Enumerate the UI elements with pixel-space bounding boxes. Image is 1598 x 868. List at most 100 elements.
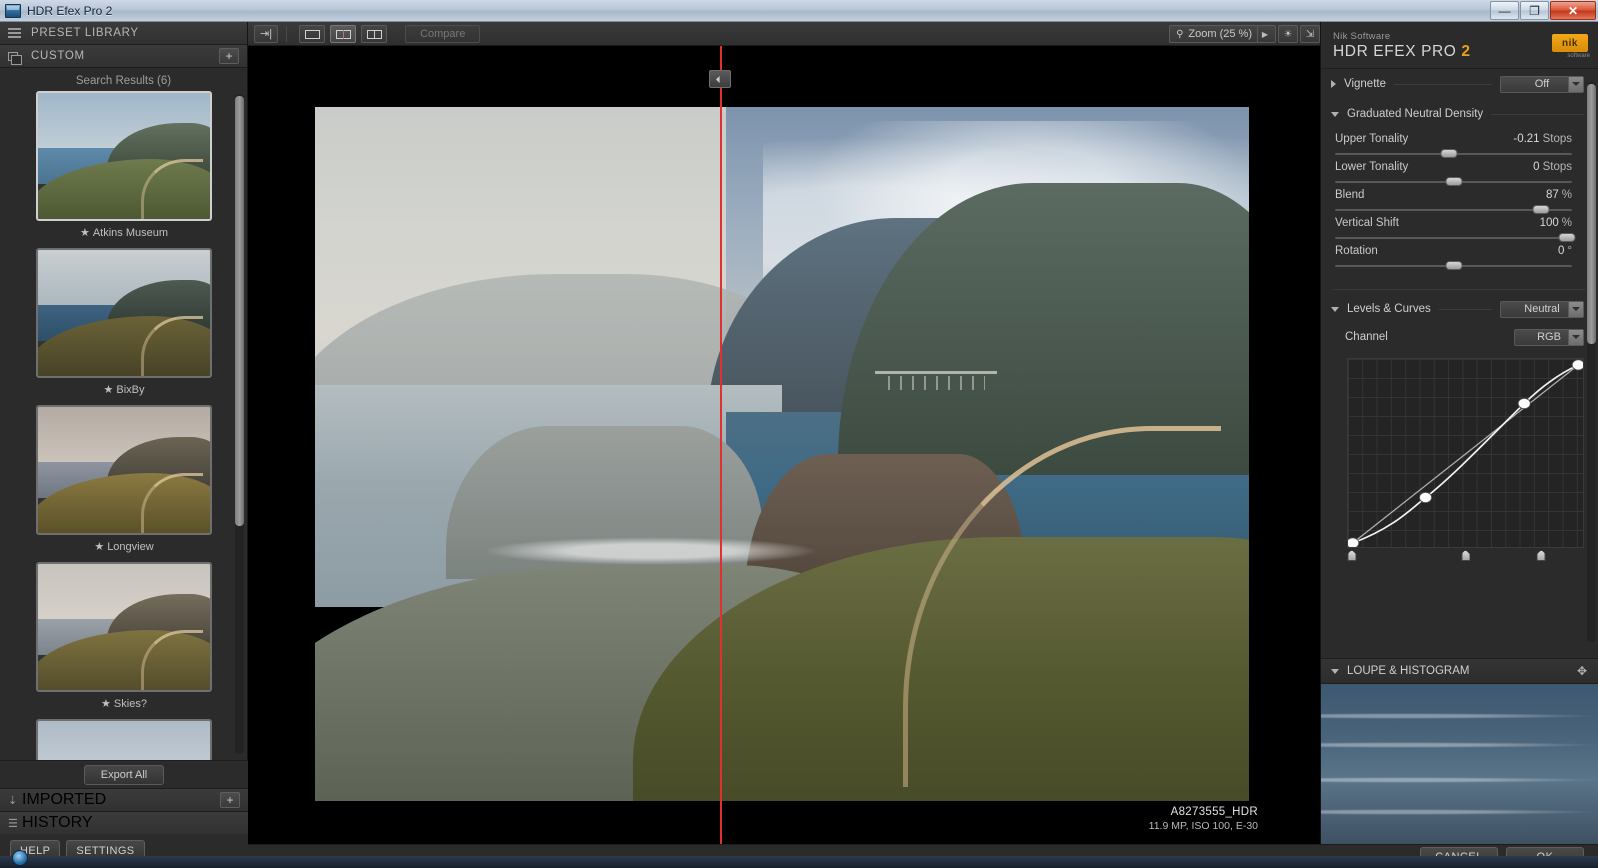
- panel-collapse-button[interactable]: ⇥|: [254, 25, 278, 43]
- scrollbar-thumb[interactable]: [1587, 84, 1596, 344]
- list-item[interactable]: ★BixBy: [8, 248, 240, 396]
- view-single-button[interactable]: [299, 25, 325, 43]
- view-split-button[interactable]: [330, 25, 356, 43]
- minimize-button[interactable]: —: [1490, 1, 1519, 20]
- chevron-down-icon[interactable]: [1331, 307, 1339, 312]
- channel-dropdown[interactable]: RGB: [1514, 329, 1584, 346]
- expand-panel-button[interactable]: ⇲: [1300, 25, 1320, 43]
- preset-thumbnail[interactable]: [36, 248, 212, 378]
- chevron-down-icon[interactable]: [1331, 112, 1339, 117]
- image-filename: A8273555_HDR: [1149, 806, 1258, 818]
- list-item[interactable]: ★Skies?: [8, 562, 240, 710]
- slider-track[interactable]: [1335, 181, 1572, 183]
- list-item[interactable]: [8, 719, 240, 760]
- curve-point-2[interactable]: [1518, 398, 1530, 408]
- imported-section-header[interactable]: ⇣ IMPORTED +: [0, 788, 248, 811]
- section-rule: [1396, 337, 1506, 338]
- right-panel-scrollbar[interactable]: [1587, 82, 1596, 642]
- preset-thumbnail[interactable]: [36, 91, 212, 221]
- slider-unit: Stops: [1543, 133, 1572, 145]
- preset-preview-image: [38, 250, 210, 376]
- magnifier-icon: ⚲: [1176, 29, 1183, 40]
- divider-drag-handle[interactable]: [709, 70, 731, 88]
- slider-knob[interactable]: [1445, 177, 1462, 186]
- levels-curves-section-header[interactable]: Levels & Curves Neutral: [1321, 294, 1598, 324]
- curve-point-3[interactable]: [1572, 360, 1583, 370]
- vignette-dropdown[interactable]: Off: [1500, 76, 1584, 93]
- history-title: HISTORY: [22, 814, 93, 832]
- export-all-button[interactable]: Export All: [84, 765, 164, 785]
- scrollbar-thumb[interactable]: [235, 96, 244, 526]
- pin-icon[interactable]: ✥: [1577, 664, 1587, 678]
- start-orb-icon[interactable]: [12, 850, 28, 866]
- import-icon: ⇣: [8, 794, 22, 806]
- chevron-down-icon[interactable]: [1568, 77, 1583, 92]
- chevron-down-icon[interactable]: [1331, 669, 1339, 674]
- list-item[interactable]: ★Longview: [8, 405, 240, 553]
- curves-preset-dropdown[interactable]: Neutral: [1500, 301, 1584, 318]
- image-metadata: 11.9 MP, ISO 100, E-30: [1149, 820, 1258, 832]
- slider-knob[interactable]: [1533, 205, 1550, 214]
- view-side-by-side-button[interactable]: [361, 25, 387, 43]
- slider-lower-tonality[interactable]: Lower Tonality 0Stops: [1321, 157, 1598, 185]
- curve-point-0[interactable]: [1348, 538, 1359, 547]
- slider-knob[interactable]: [1440, 149, 1457, 158]
- slider-track[interactable]: [1335, 237, 1572, 239]
- favorite-star-icon: ★: [94, 541, 104, 553]
- preset-thumbnail[interactable]: [36, 405, 212, 535]
- chevron-right-icon[interactable]: [1331, 80, 1336, 88]
- maximize-button[interactable]: ❐: [1520, 1, 1549, 20]
- window-title: HDR Efex Pro 2: [27, 4, 112, 18]
- tone-curve-graph[interactable]: [1347, 358, 1584, 548]
- white-point-handle[interactable]: [1537, 550, 1546, 561]
- compare-button[interactable]: Compare: [405, 25, 480, 43]
- gnd-section-header[interactable]: Graduated Neutral Density: [1321, 99, 1598, 129]
- history-section-header[interactable]: ☰ HISTORY: [0, 811, 248, 834]
- before-after-divider[interactable]: [720, 46, 722, 844]
- brand-product: HDR EFEX PRO 2: [1333, 43, 1586, 61]
- slider-blend[interactable]: Blend 87%: [1321, 185, 1598, 213]
- slider-upper-tonality[interactable]: Upper Tonality -0.21Stops: [1321, 129, 1598, 157]
- list-item[interactable]: ★Atkins Museum: [8, 91, 240, 239]
- levels-handle-row[interactable]: [1347, 550, 1584, 564]
- preset-library-header[interactable]: PRESET LIBRARY: [0, 22, 247, 45]
- chevron-down-icon[interactable]: [1568, 302, 1583, 317]
- custom-section-header[interactable]: CUSTOM +: [0, 45, 247, 68]
- chevron-down-icon[interactable]: [1568, 330, 1583, 345]
- add-imported-button[interactable]: +: [220, 792, 240, 808]
- zoom-dropdown-arrow-icon[interactable]: ▶: [1257, 26, 1272, 42]
- image-canvas[interactable]: A8273555_HDR 11.9 MP, ISO 100, E-30: [248, 46, 1320, 844]
- preset-thumbnail[interactable]: [36, 562, 212, 692]
- loupe-histogram-header[interactable]: LOUPE & HISTOGRAM ✥: [1321, 658, 1598, 684]
- slider-value: -0.21: [1513, 133, 1539, 145]
- slider-unit: %: [1562, 217, 1572, 229]
- curve-points[interactable]: [1348, 359, 1583, 547]
- loupe-toggle-button[interactable]: ☀: [1278, 25, 1298, 43]
- slider-track[interactable]: [1335, 209, 1572, 211]
- curves-preset-value: Neutral: [1524, 303, 1559, 315]
- preset-list-scrollbar[interactable]: [235, 94, 244, 754]
- slider-track[interactable]: [1335, 153, 1572, 155]
- application-window: HDR Efex Pro 2 — ❐ ✕ PRESET LIBRARY CUST…: [0, 0, 1598, 868]
- close-button[interactable]: ✕: [1550, 1, 1596, 20]
- midtone-handle[interactable]: [1461, 550, 1470, 561]
- add-preset-button[interactable]: +: [219, 48, 239, 64]
- vignette-section-header[interactable]: Vignette Off: [1321, 69, 1598, 99]
- black-point-handle[interactable]: [1347, 550, 1356, 561]
- zoom-control[interactable]: ⚲ Zoom (25 %) ▶: [1169, 25, 1276, 43]
- slider-track[interactable]: [1335, 265, 1572, 267]
- slider-rotation[interactable]: Rotation 0°: [1321, 241, 1598, 269]
- preset-preview-image: [38, 407, 210, 533]
- slider-vertical-shift[interactable]: Vertical Shift 100%: [1321, 213, 1598, 241]
- gnd-title: Graduated Neutral Density: [1347, 108, 1483, 120]
- slider-knob[interactable]: [1559, 233, 1576, 242]
- preset-thumbnail-list[interactable]: ★Atkins Museum ★BixBy: [0, 91, 248, 760]
- preview-image[interactable]: [315, 107, 1249, 801]
- left-panel: PRESET LIBRARY CUSTOM + Search Results (…: [0, 22, 248, 868]
- view-mode-group: [299, 25, 387, 43]
- preset-thumbnail[interactable]: [36, 719, 212, 760]
- slider-knob[interactable]: [1445, 261, 1462, 270]
- favorite-star-icon: ★: [80, 227, 90, 239]
- loupe-preview[interactable]: [1321, 684, 1598, 844]
- curve-point-1[interactable]: [1419, 492, 1431, 502]
